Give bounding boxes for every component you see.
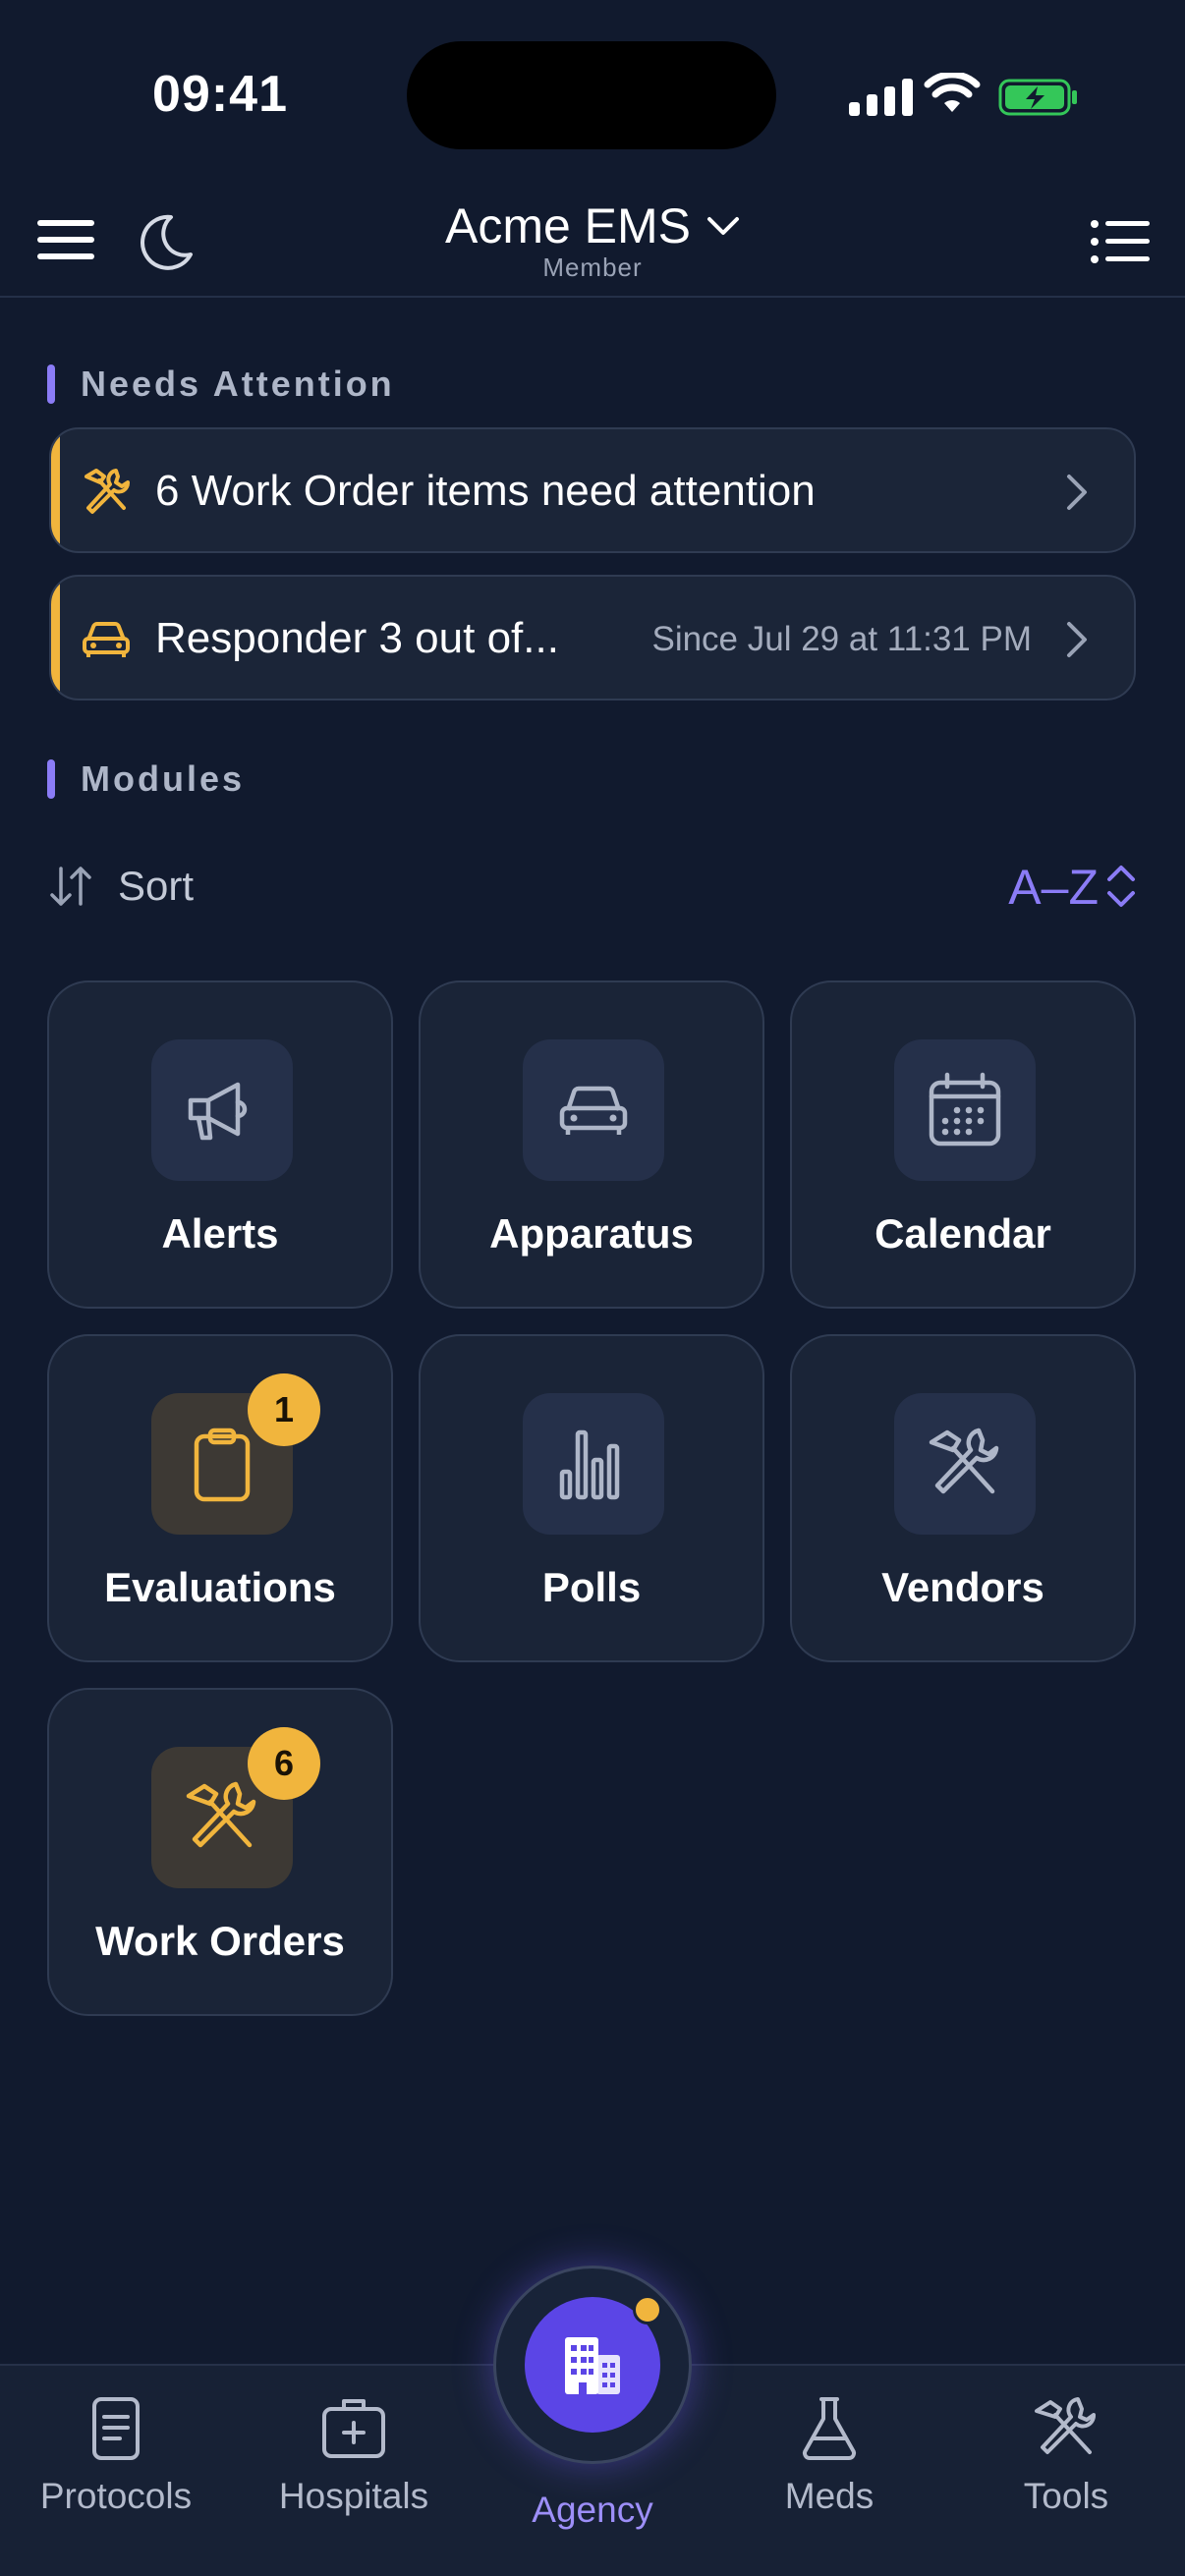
car-icon <box>83 622 130 657</box>
module-evaluations[interactable]: 1 Evaluations <box>47 1334 393 1662</box>
sort-label: Sort <box>118 863 195 909</box>
tab-tools[interactable]: Tools <box>958 2393 1174 2517</box>
tab-label: Protocols <box>39 2476 193 2516</box>
tab-label: Meds <box>784 2476 875 2516</box>
hammer-wrench-icon <box>1035 2397 1096 2454</box>
module-work-orders[interactable]: 6 Work Orders <box>47 1688 393 2016</box>
tab-label: Tools <box>1023 2476 1109 2516</box>
sort-arrows-icon <box>50 867 91 906</box>
tab-label: Hospitals <box>278 2476 429 2516</box>
module-icon-tile <box>523 1393 664 1535</box>
sort-row: Sort A–Z <box>47 857 1138 916</box>
warning-accent-bar <box>51 429 60 551</box>
section-accent-bar <box>47 364 55 404</box>
chevron-right-icon <box>1067 622 1087 657</box>
sort-order-selector[interactable]: A–Z <box>1008 859 1099 916</box>
module-icon-tile <box>151 1039 293 1181</box>
module-alerts[interactable]: Alerts <box>47 980 393 1309</box>
section-accent-bar <box>47 759 55 799</box>
module-calendar[interactable]: Calendar <box>790 980 1136 1309</box>
wifi-icon <box>924 73 981 112</box>
agency-notification-dot <box>633 2295 662 2324</box>
module-label: Polls <box>541 1564 642 1610</box>
document-icon <box>92 2397 140 2460</box>
battery-charging-icon <box>998 79 1077 116</box>
status-time: 09:41 <box>152 66 288 123</box>
hammer-wrench-icon <box>929 1428 999 1494</box>
module-label: Calendar <box>875 1210 1051 1257</box>
module-icon-tile <box>894 1393 1036 1535</box>
flask-icon <box>803 2397 856 2460</box>
screen: 09:41 Acme EMS Member Needs Attention 6 … <box>0 0 1185 2576</box>
module-icon-tile <box>894 1039 1036 1181</box>
clipboard-icon <box>194 1428 251 1502</box>
top-header: Acme EMS Member <box>0 182 1185 298</box>
module-label: Evaluations <box>104 1564 336 1610</box>
building-icon <box>565 2337 620 2394</box>
module-apparatus[interactable]: Apparatus <box>419 980 764 1309</box>
bar-chart-icon <box>559 1429 620 1500</box>
modules-title: Modules <box>81 758 246 799</box>
dynamic-island <box>407 41 776 149</box>
cellular-signal-icon <box>849 79 913 116</box>
needs-attention-title: Needs Attention <box>81 364 395 404</box>
attention-label: 6 Work Order items need attention <box>155 467 816 515</box>
needs-attention-heading: Needs Attention <box>47 364 395 405</box>
calendar-icon <box>929 1072 1001 1147</box>
attention-card-responder[interactable]: Responder 3 out of... Since Jul 29 at 11… <box>49 575 1136 700</box>
warning-accent-bar <box>51 577 60 699</box>
module-label: Alerts <box>161 1210 279 1257</box>
agency-switcher[interactable]: Acme EMS Member <box>0 197 1185 283</box>
medical-kit-icon <box>322 2399 385 2458</box>
module-label: Work Orders <box>95 1918 345 1964</box>
agency-role: Member <box>542 252 643 282</box>
module-label: Vendors <box>881 1564 1044 1610</box>
agency-name: Acme EMS <box>444 198 692 253</box>
tab-meds[interactable]: Meds <box>721 2393 937 2517</box>
attention-card-work-orders[interactable]: 6 Work Order items need attention <box>49 427 1136 553</box>
notification-badge: 1 <box>248 1373 320 1446</box>
megaphone-icon <box>188 1082 248 1141</box>
tab-label: Agency <box>532 2490 653 2530</box>
chevron-down-icon <box>707 217 740 235</box>
notification-badge: 6 <box>248 1727 320 1800</box>
modules-heading: Modules <box>47 758 245 800</box>
attention-timestamp: Since Jul 29 at 11:31 PM <box>651 620 1032 658</box>
module-icon-tile <box>523 1039 664 1181</box>
tab-hospitals[interactable]: Hospitals <box>246 2393 462 2517</box>
chevron-up-down-icon[interactable] <box>1104 863 1138 910</box>
tab-protocols[interactable]: Protocols <box>8 2393 224 2517</box>
attention-label: Responder 3 out of... <box>155 614 559 662</box>
module-vendors[interactable]: Vendors <box>790 1334 1136 1662</box>
list-icon[interactable] <box>1091 219 1150 264</box>
car-icon <box>559 1086 628 1135</box>
hammer-wrench-icon <box>85 469 130 514</box>
chevron-right-icon <box>1067 475 1087 510</box>
module-polls[interactable]: Polls <box>419 1334 764 1662</box>
module-label: Apparatus <box>489 1210 694 1257</box>
hammer-wrench-icon <box>186 1781 256 1848</box>
